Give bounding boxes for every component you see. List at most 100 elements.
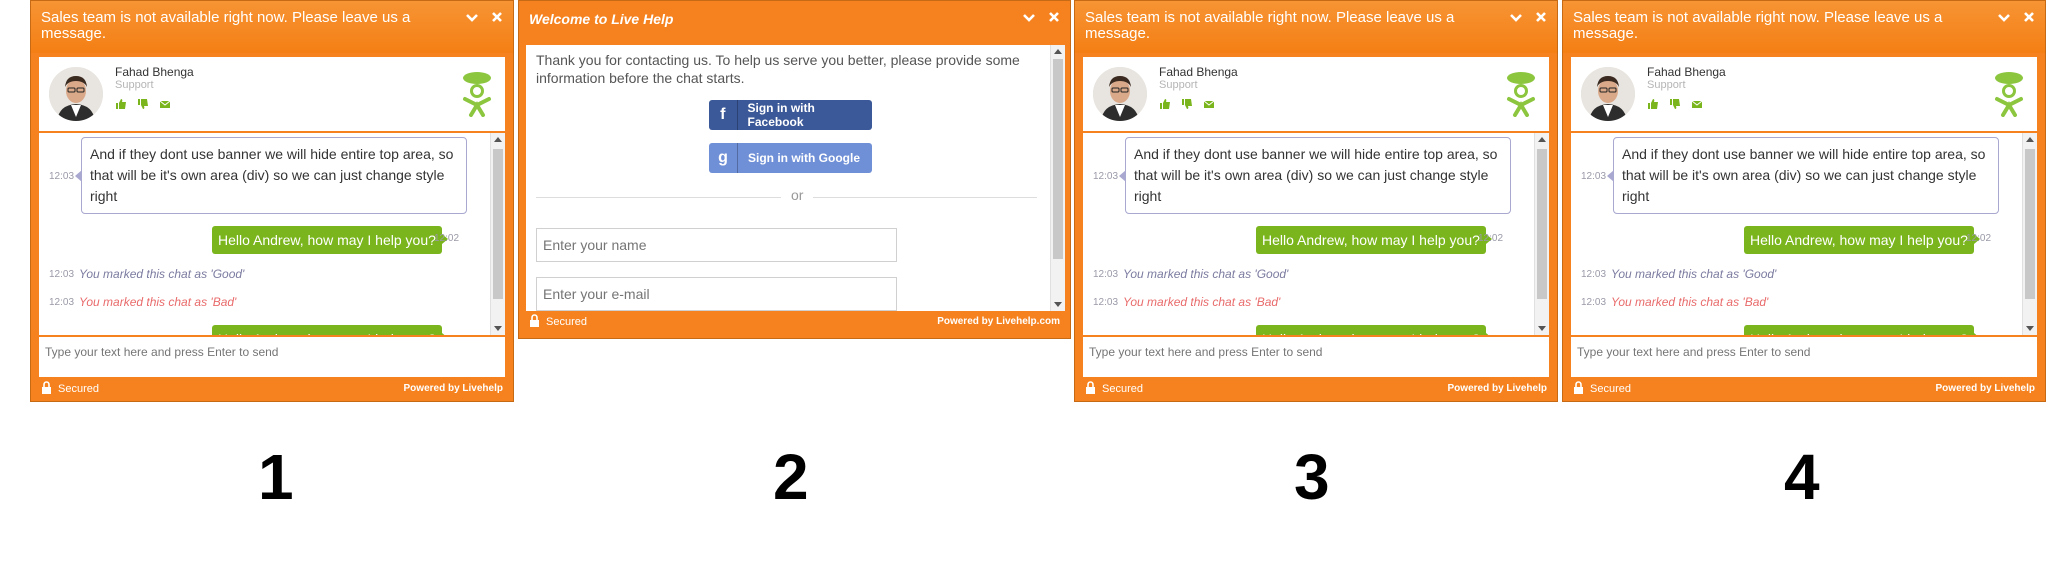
lock-icon — [1573, 381, 1584, 397]
scrollbar[interactable] — [1534, 133, 1549, 335]
message-input[interactable] — [1571, 337, 2037, 377]
scrollbar[interactable] — [1050, 45, 1065, 311]
rating-good-notice: You marked this chat as 'Good' — [1611, 267, 1777, 281]
message-time: 12:03 — [1581, 171, 1607, 182]
rating-bad-notice: You marked this chat as 'Bad' — [1123, 295, 1281, 309]
secured-label: Secured — [1102, 383, 1143, 395]
close-icon[interactable] — [491, 11, 503, 25]
secured-label: Secured — [58, 383, 99, 395]
thumbs-down-icon[interactable] — [1181, 97, 1193, 115]
rating-bad-notice: You marked this chat as 'Bad' — [79, 295, 237, 309]
message-time: 12:03 — [49, 171, 75, 182]
incoming-message: And if they dont use banner we will hide… — [1607, 137, 1999, 214]
message-input-box — [1083, 335, 1549, 377]
message-list[interactable]: 12:03 And if they dont use banner we wil… — [1571, 133, 2037, 335]
agent-name: Fahad Bhenga — [1647, 65, 1726, 79]
agent-bar: Fahad Bhenga Support — [1571, 57, 2037, 133]
close-icon[interactable] — [2023, 11, 2035, 25]
message-list[interactable]: 12:03 And if they dont use banner we wil… — [39, 133, 505, 335]
widget-footer: Secured Powered by Livehelp — [41, 377, 503, 401]
lock-icon — [529, 314, 540, 330]
minimize-icon[interactable] — [465, 11, 479, 25]
rating-good-notice: You marked this chat as 'Good' — [79, 267, 245, 281]
email-icon[interactable] — [1203, 97, 1215, 115]
header-title: Sales team is not available right now. P… — [1085, 9, 1455, 42]
outgoing-message: Hello Andrew, how may I help you? — [1256, 226, 1492, 254]
agent-avatar — [1093, 67, 1147, 121]
message-time: 12:03 — [49, 269, 75, 280]
or-label: or — [781, 187, 814, 203]
message-list[interactable]: 12:03 And if they dont use banner we wil… — [1083, 133, 1549, 335]
livehelp-logo-icon — [1503, 71, 1539, 122]
header-title: Sales team is not available right now. P… — [41, 9, 411, 42]
message-time: 12:02 — [1478, 233, 1504, 244]
powered-by-link[interactable]: Powered by Livehelp — [1448, 383, 1547, 394]
minimize-icon[interactable] — [1022, 11, 1036, 25]
powered-by-link[interactable]: Powered by Livehelp.com — [937, 316, 1060, 327]
message-time: 12:02 — [434, 233, 460, 244]
minimize-icon[interactable] — [1997, 11, 2011, 25]
message-input-box — [1571, 335, 2037, 377]
email-field[interactable] — [536, 277, 897, 311]
agent-bar: Fahad Bhenga Support — [39, 57, 505, 133]
outgoing-message: Hello Andrew, how may I help you? — [212, 325, 448, 335]
thumbs-up-icon[interactable] — [1159, 97, 1171, 115]
message-input-box — [39, 335, 505, 377]
outgoing-message: Hello Andrew, how may I help you? — [1744, 325, 1980, 335]
lock-icon — [1085, 381, 1096, 397]
incoming-message: And if they dont use banner we will hide… — [75, 137, 467, 214]
outgoing-message: Hello Andrew, how may I help you? — [212, 226, 448, 254]
intro-text: Thank you for contacting us. To help us … — [536, 52, 1020, 86]
message-input[interactable] — [1083, 337, 1549, 377]
secured-label: Secured — [546, 316, 587, 328]
message-time: 12:03 — [49, 297, 75, 308]
livehelp-logo-icon — [1991, 71, 2027, 122]
minimize-icon[interactable] — [1509, 11, 1523, 25]
widget-footer: Secured Powered by Livehelp.com — [529, 310, 1060, 338]
thumbs-down-icon[interactable] — [137, 97, 149, 115]
incoming-message: And if they dont use banner we will hide… — [1119, 137, 1511, 214]
email-icon[interactable] — [1691, 97, 1703, 115]
header-title: Welcome to Live Help — [529, 11, 674, 27]
close-icon[interactable] — [1535, 11, 1547, 25]
facebook-signin-button[interactable]: f Sign in with Facebook — [709, 100, 872, 130]
chat-widget-1: Sales team is not available right now. P… — [30, 0, 514, 402]
powered-by-link[interactable]: Powered by Livehelp — [404, 383, 503, 394]
widget-footer: Secured Powered by Livehelp — [1573, 377, 2035, 401]
name-field[interactable] — [536, 228, 897, 262]
agent-name: Fahad Bhenga — [1159, 65, 1238, 79]
chat-widget-2: Welcome to Live Help Thank you for conta… — [518, 0, 1071, 339]
message-time: 12:03 — [1093, 171, 1119, 182]
prechat-form: Thank you for contacting us. To help us … — [526, 45, 1065, 311]
rating-good-notice: You marked this chat as 'Good' — [1123, 267, 1289, 281]
caption-number: 1 — [258, 441, 294, 513]
widget-header: Welcome to Live Help — [519, 1, 1070, 41]
agent-role: Support — [1159, 79, 1198, 91]
thumbs-down-icon[interactable] — [1669, 97, 1681, 115]
rating-bad-notice: You marked this chat as 'Bad' — [1611, 295, 1769, 309]
caption-number: 4 — [1784, 441, 1820, 513]
message-time: 12:02 — [1966, 233, 1992, 244]
facebook-icon: f — [709, 100, 738, 130]
secured-label: Secured — [1590, 383, 1631, 395]
powered-by-link[interactable]: Powered by Livehelp — [1936, 383, 2035, 394]
google-signin-button[interactable]: g Sign in with Google — [709, 143, 872, 173]
agent-avatar — [1581, 67, 1635, 121]
facebook-signin-label: Sign in with Facebook — [747, 101, 815, 129]
email-icon[interactable] — [159, 97, 171, 115]
agent-role: Support — [1647, 79, 1686, 91]
close-icon[interactable] — [1048, 11, 1060, 25]
widget-header: Sales team is not available right now. P… — [31, 1, 513, 53]
scrollbar[interactable] — [2022, 133, 2037, 335]
agent-bar: Fahad Bhenga Support — [1083, 57, 1549, 133]
header-title: Sales team is not available right now. P… — [1573, 9, 1943, 42]
chat-widget-4: Sales team is not available right now. P… — [1562, 0, 2046, 402]
livehelp-logo-icon — [459, 71, 495, 122]
agent-avatar — [49, 67, 103, 121]
agent-role: Support — [115, 79, 154, 91]
scrollbar[interactable] — [490, 133, 505, 335]
message-input[interactable] — [39, 337, 505, 377]
thumbs-up-icon[interactable] — [115, 97, 127, 115]
google-signin-label: Sign in with Google — [748, 151, 860, 165]
thumbs-up-icon[interactable] — [1647, 97, 1659, 115]
